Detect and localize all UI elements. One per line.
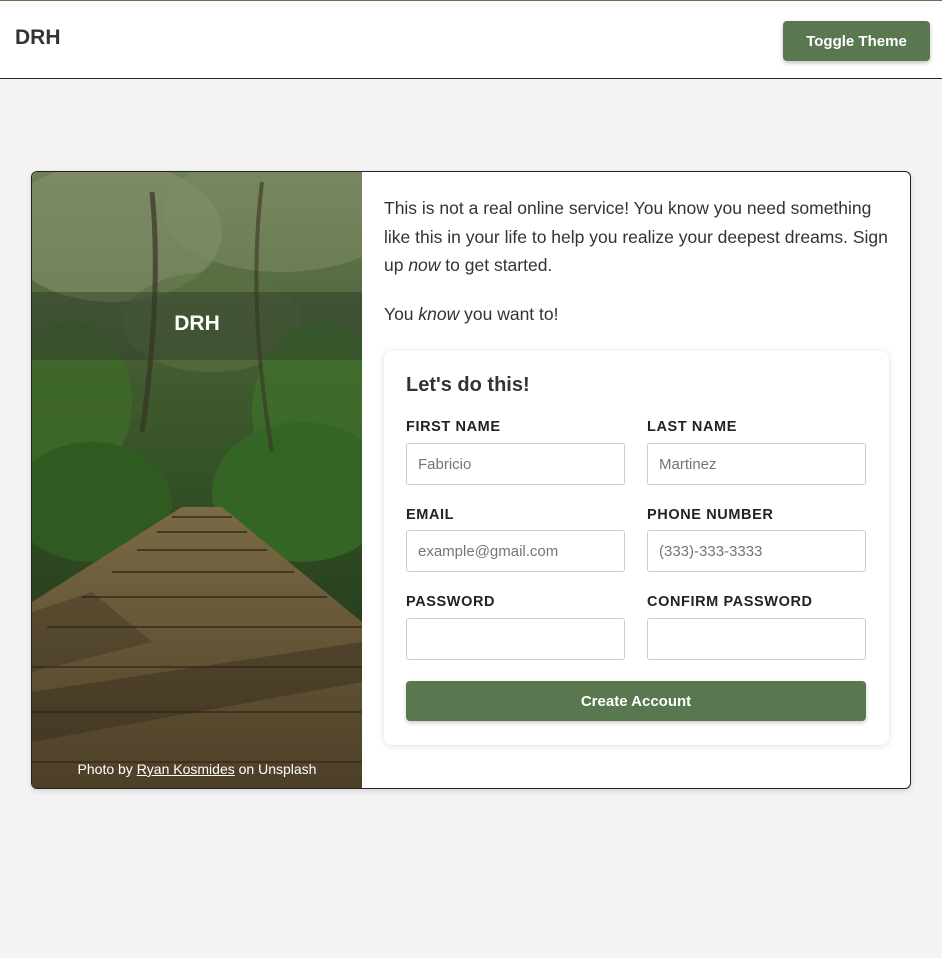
last-name-input[interactable] <box>647 443 866 485</box>
signup-content: This is not a real online service! You k… <box>384 172 910 788</box>
tagline-text-end: you want to! <box>459 304 559 324</box>
brand-logo: DRH <box>15 26 61 49</box>
phone-label: PHONE NUMBER <box>647 507 774 523</box>
phone-input[interactable] <box>647 530 866 572</box>
email-input[interactable] <box>406 530 625 572</box>
form-title: Let's do this! <box>406 374 530 396</box>
create-account-button[interactable]: Create Account <box>406 681 866 721</box>
intro-paragraph: This is not a real online service! You k… <box>384 194 889 280</box>
credit-prefix: Photo by <box>77 761 137 777</box>
photographer-link[interactable]: Ryan Kosmides <box>137 761 235 777</box>
toggle-theme-button[interactable]: Toggle Theme <box>783 21 930 61</box>
credit-suffix: on Unsplash <box>234 761 317 777</box>
first-name-input[interactable] <box>406 443 625 485</box>
password-input[interactable] <box>406 618 625 660</box>
intro-emphasis: now <box>408 255 441 275</box>
confirm-password-label: CONFIRM PASSWORD <box>647 594 813 610</box>
intro-tagline: You know you want to! <box>384 300 889 328</box>
hero-photo: DRH Photo by Ryan Kosmides on Unsplash <box>32 172 362 788</box>
top-header: DRH Toggle Theme <box>0 0 942 79</box>
confirm-password-input[interactable] <box>647 618 866 660</box>
photo-logo: DRH <box>174 312 220 335</box>
password-label: PASSWORD <box>406 594 496 610</box>
email-label: EMAIL <box>406 507 455 523</box>
last-name-label: LAST NAME <box>647 419 737 435</box>
boardwalk-forest-image <box>32 172 362 788</box>
tagline-emphasis: know <box>418 304 460 324</box>
signup-form: Let's do this! FIRST NAME LAST NAME EMAI… <box>384 351 889 745</box>
intro-text-end: to get started. <box>440 255 553 275</box>
signup-card: DRH Photo by Ryan Kosmides on Unsplash T… <box>31 171 911 789</box>
photo-credit: Photo by Ryan Kosmides on Unsplash <box>32 761 362 777</box>
first-name-label: FIRST NAME <box>406 419 501 435</box>
tagline-text: You <box>384 304 419 324</box>
